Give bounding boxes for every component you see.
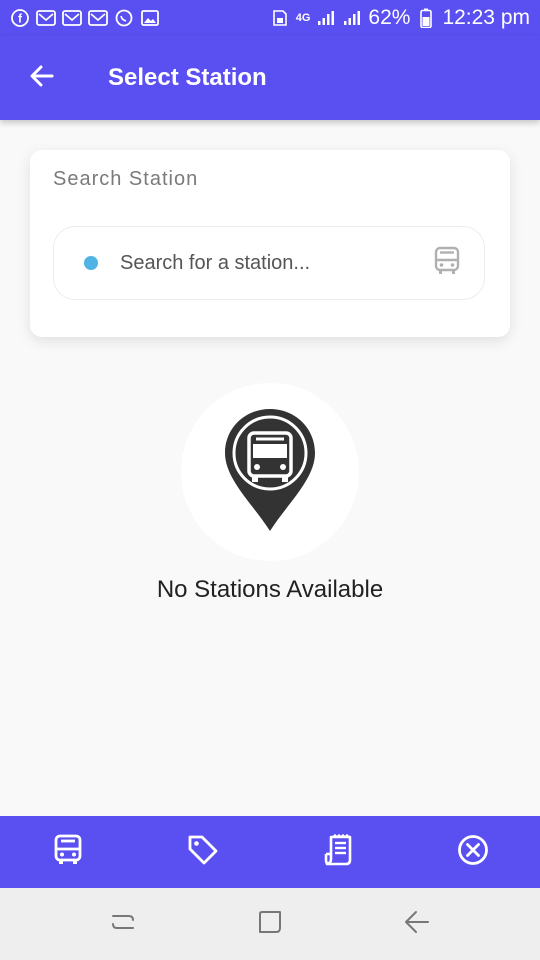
system-indicators: 4G 62% 12:23 pm: [270, 6, 530, 30]
battery-percent: 62%: [368, 6, 411, 29]
app-bar: Select Station: [0, 36, 540, 120]
home-button[interactable]: [240, 894, 300, 954]
battery-icon: [416, 8, 436, 28]
facebook-icon: f: [10, 9, 30, 27]
nav-back-button[interactable]: [387, 894, 447, 954]
bottom-action-bar: [0, 816, 540, 888]
receipt-icon: [323, 833, 353, 871]
close-circle-icon: [457, 834, 489, 871]
recents-button[interactable]: [93, 894, 153, 954]
back-button[interactable]: [0, 36, 84, 120]
status-bar: f 4G 62% 12:23 pm: [0, 0, 540, 36]
tag-icon: [187, 834, 219, 871]
search-box[interactable]: [53, 226, 485, 300]
location-dot: [84, 256, 98, 270]
search-card-title: Search Station: [53, 168, 199, 190]
tag-button[interactable]: [173, 822, 233, 882]
empty-state-message: No Stations Available: [156, 576, 384, 603]
mail-icon: [88, 9, 108, 27]
system-nav-bar: [0, 888, 540, 960]
mail-icon: [62, 9, 82, 27]
bus-icon: [434, 246, 460, 281]
search-card: Search Station: [30, 150, 510, 337]
page-title: Select Station: [108, 64, 267, 91]
receipt-button[interactable]: [308, 822, 368, 882]
network-type: 4G: [295, 12, 311, 24]
signal-icon: [342, 9, 362, 27]
home-icon: [256, 908, 284, 941]
search-input[interactable]: [120, 251, 410, 275]
whatsapp-icon: [114, 9, 134, 27]
image-icon: [140, 9, 160, 27]
back-icon: [403, 908, 431, 941]
clock: 12:23 pm: [442, 6, 530, 29]
recents-icon: [109, 909, 137, 940]
mail-icon: [36, 9, 56, 27]
arrow-left-icon: [28, 62, 56, 95]
svg-text:f: f: [18, 12, 23, 26]
sim-icon: [270, 9, 290, 27]
bus-icon: [54, 834, 82, 871]
notification-icons: f: [10, 9, 160, 27]
empty-state-illustration: [181, 383, 359, 561]
bus-button[interactable]: [38, 822, 98, 882]
close-button[interactable]: [443, 822, 503, 882]
signal-icon: [316, 9, 336, 27]
bus-location-pin-icon: [222, 405, 318, 540]
